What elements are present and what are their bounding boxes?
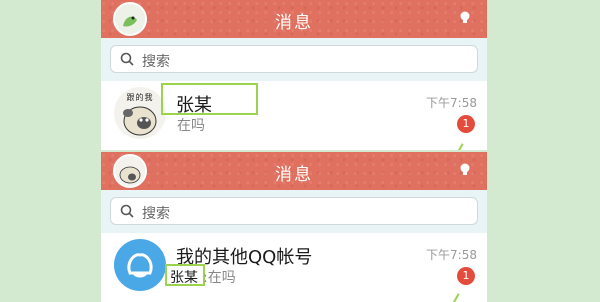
- search-icon: [120, 204, 134, 218]
- qq-logo-icon: [127, 253, 153, 278]
- header-bar: 消息: [101, 152, 487, 190]
- conversation-row[interactable]: 跟的我 张某 在吗 下午7:58 1: [101, 81, 487, 150]
- qq-avatar[interactable]: [114, 239, 166, 291]
- bottom-screenshot: 消息 搜索 我的其他QQ帐号 张某 :在吗 下午7:58 1: [101, 152, 487, 302]
- search-input[interactable]: 搜索: [110, 197, 478, 225]
- top-screenshot: 消息 搜索 跟的我 张某 在吗 下午7:58 1: [101, 0, 487, 150]
- search-placeholder: 搜索: [142, 206, 170, 222]
- search-icon: [120, 52, 134, 66]
- page-title: 消息: [275, 165, 313, 185]
- conversation-row[interactable]: 我的其他QQ帐号 张某 :在吗 下午7:58 1: [101, 233, 487, 302]
- search-placeholder: 搜索: [142, 54, 170, 70]
- avatar-caption: 跟的我: [126, 93, 154, 102]
- lightbulb-icon[interactable]: [459, 11, 471, 25]
- unread-badge: 1: [457, 115, 475, 133]
- sender-name: 张某: [170, 270, 198, 286]
- header-bar: 消息: [101, 0, 487, 38]
- last-message: 在吗: [177, 118, 205, 134]
- message-time: 下午7:58: [426, 96, 477, 110]
- last-message: :在吗: [203, 270, 236, 286]
- search-input[interactable]: 搜索: [110, 45, 478, 73]
- page-title: 消息: [275, 13, 313, 33]
- annotation-mark: [456, 143, 464, 150]
- contact-avatar[interactable]: 跟的我: [114, 87, 166, 139]
- lightbulb-icon[interactable]: [459, 163, 471, 177]
- annotation-mark: [452, 293, 460, 302]
- contact-name: 张某: [176, 95, 212, 116]
- unread-badge: 1: [457, 267, 475, 285]
- message-time: 下午7:58: [426, 248, 477, 262]
